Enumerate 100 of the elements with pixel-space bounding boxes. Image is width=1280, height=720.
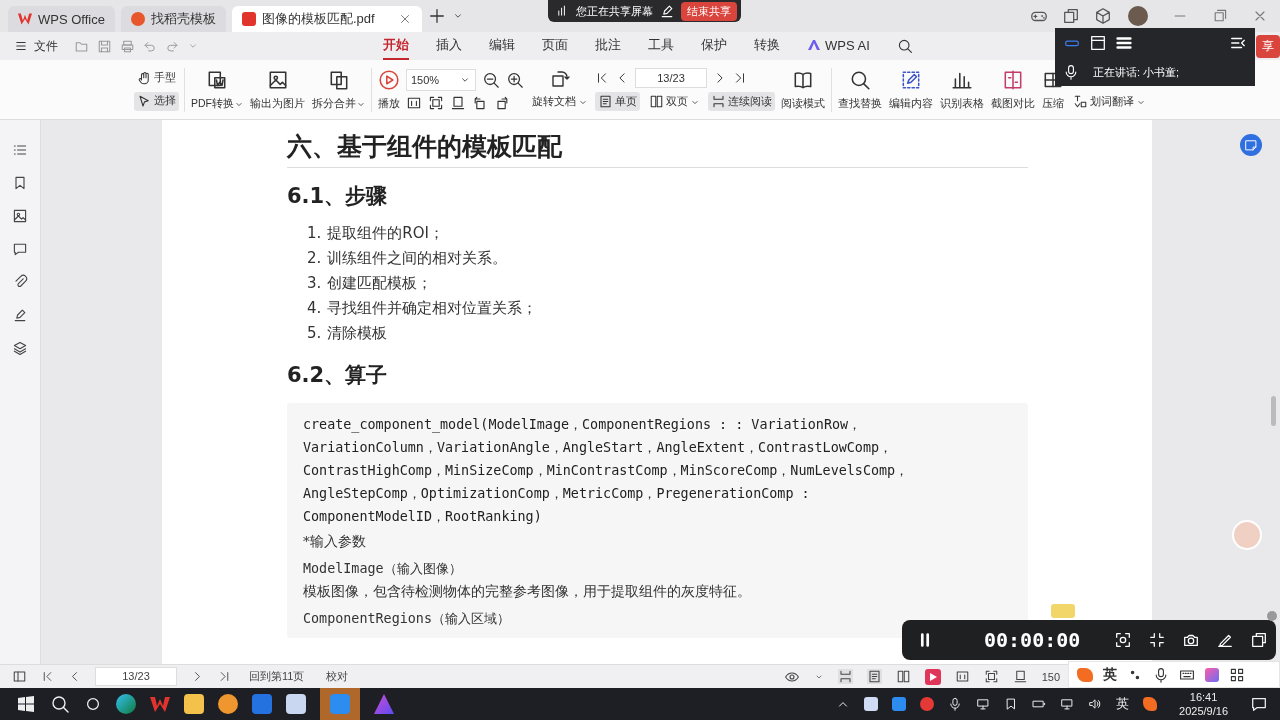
function-signature: create_component_model(ModelImage，ComponentRegions : : VariationRow， VariationColumn，VariationAngle，AngleStart，AngleExtent，ContrastLowComp， ContrastHighComp，MinSizeComp，MinContrastComp，MinScoreComp，NumLevelsComp， AngleStepComp，OptimizationComp，MetricComp，PregenerationComp : ComponentModelID，RootRanking) <box>303 416 910 526</box>
ribbon-tab[interactable]: 工具 <box>648 32 674 60</box>
zoom-level[interactable]: 150 <box>1041 670 1060 683</box>
zoom-out-icon[interactable] <box>482 70 500 89</box>
window-icon[interactable] <box>1250 631 1269 649</box>
page-number-field[interactable]: 13/23 <box>95 667 177 686</box>
sidebar-icon[interactable] <box>12 669 27 684</box>
window-icon[interactable] <box>1089 34 1107 52</box>
view-mode-button[interactable]: 单页 <box>595 92 640 111</box>
cube-icon[interactable] <box>1094 7 1112 25</box>
avatar[interactable] <box>1128 6 1148 26</box>
convert-button[interactable]: 拆分合并 <box>311 68 366 111</box>
continuous-icon[interactable] <box>837 669 853 684</box>
tool-button[interactable]: 识别表格 <box>939 68 985 111</box>
app-icon[interactable] <box>218 694 238 714</box>
page-number-field[interactable]: 13/23 <box>635 68 707 88</box>
view-mode-button[interactable]: 连续阅读 <box>708 92 775 111</box>
monitor-icon[interactable] <box>976 697 991 711</box>
clock[interactable]: 16:41 2025/9/16 <box>1179 690 1228 718</box>
view-mode-button[interactable]: 双页 <box>646 92 702 111</box>
fit-page-icon[interactable] <box>983 669 999 684</box>
ribbon-tab[interactable]: 批注 <box>595 32 621 60</box>
microphone-icon[interactable] <box>1153 666 1169 683</box>
rotate-right-icon[interactable] <box>494 94 510 111</box>
tool-button[interactable]: 查找替换 <box>837 68 883 111</box>
microphone-icon[interactable] <box>948 697 963 711</box>
convert-button[interactable]: 输出为图片 <box>249 68 306 111</box>
volume-icon[interactable] <box>1088 697 1103 711</box>
share-button[interactable]: 享 <box>1256 34 1280 58</box>
input-method-logo-icon[interactable] <box>1077 667 1093 682</box>
mode-button[interactable]: 手型 <box>134 68 179 88</box>
fit-page-icon[interactable] <box>428 94 444 111</box>
document-tab[interactable]: 找稻壳模板 <box>120 6 226 32</box>
browser-icon[interactable] <box>116 694 136 714</box>
windows-logo-icon[interactable] <box>16 694 36 714</box>
restore-icon[interactable] <box>1212 8 1228 24</box>
screenshot-icon[interactable] <box>1114 631 1133 649</box>
tool-button[interactable]: 编辑内容 <box>888 68 934 111</box>
ribbon-tab[interactable]: 保护 <box>701 32 727 60</box>
language-indicator[interactable]: 英 <box>1116 695 1130 713</box>
ribbon-tab[interactable]: 页面 <box>542 32 568 60</box>
translate-button[interactable]: 划词翻译 <box>1070 92 1148 111</box>
zoom-field[interactable]: 150% <box>406 68 476 91</box>
proofread-link[interactable]: 校对 <box>322 669 353 684</box>
grid-icon[interactable] <box>1229 666 1245 683</box>
file-menu[interactable]: 文件 <box>34 37 58 55</box>
search-icon[interactable] <box>896 38 913 54</box>
picture-icon[interactable] <box>12 208 28 224</box>
ribbon-tab[interactable]: 编辑 <box>489 32 515 60</box>
end-share-button[interactable]: 结束共享 <box>681 1 737 21</box>
read-mode-button[interactable]: 阅读模式 <box>780 68 826 111</box>
speaker-name: 正在讲话: 小书童; <box>1093 64 1180 80</box>
input-method-logo-icon[interactable] <box>1143 697 1158 711</box>
layers-icon[interactable] <box>12 340 28 356</box>
fit-width-icon[interactable] <box>450 94 466 111</box>
list-item-text: 清除模板 <box>327 324 388 343</box>
tray-icon[interactable] <box>864 697 879 711</box>
folder-icon[interactable] <box>184 694 204 714</box>
attachment-icon[interactable] <box>12 274 28 290</box>
fit-width-icon[interactable] <box>1012 669 1028 684</box>
back-to-page-link[interactable]: 回到第11页 <box>245 669 309 684</box>
tool-button[interactable]: 截图对比 <box>990 68 1036 111</box>
note-icon <box>1244 138 1258 152</box>
notification-icon[interactable] <box>1250 695 1268 713</box>
new-tab-icon[interactable] <box>427 7 446 25</box>
zoom-in-icon[interactable] <box>506 70 524 89</box>
scrollbar-thumb[interactable] <box>1271 396 1276 426</box>
pen-icon <box>659 3 675 19</box>
rotate-left-icon[interactable] <box>472 94 488 111</box>
heading: 6.2、算子 <box>287 362 389 389</box>
bookmark-icon[interactable] <box>12 175 28 191</box>
microphone-icon <box>1063 64 1079 80</box>
task-view-icon[interactable] <box>84 695 102 713</box>
list-icon[interactable] <box>1115 34 1133 52</box>
network-icon[interactable] <box>1060 697 1075 711</box>
first-page-icon[interactable] <box>595 71 609 85</box>
language-toggle[interactable]: 英 <box>1103 665 1117 684</box>
last-page-icon[interactable] <box>733 71 747 85</box>
double-page-icon[interactable] <box>895 669 911 684</box>
rotate-document-button[interactable]: 旋转文档 <box>529 92 590 111</box>
menu-icon[interactable] <box>14 39 28 53</box>
convert-button[interactable]: PDF转换 <box>190 68 244 111</box>
shrink-icon[interactable] <box>1148 631 1167 649</box>
document-tab[interactable]: WPS Office <box>8 6 115 32</box>
app-icon[interactable] <box>286 694 306 714</box>
mode-button[interactable]: 选择 <box>134 91 179 111</box>
signature-icon[interactable] <box>12 307 28 323</box>
play-button[interactable] <box>924 668 941 685</box>
ribbon-tab[interactable]: 插入 <box>436 32 462 60</box>
single-page-icon[interactable] <box>866 669 882 684</box>
search-icon[interactable] <box>50 694 70 714</box>
actual-size-icon[interactable] <box>954 669 970 684</box>
play-button[interactable]: 播放 <box>377 68 401 111</box>
document-tab[interactable]: 图像的模板匹配.pdf <box>231 6 422 32</box>
ribbon-tab[interactable]: 转换 <box>754 32 780 60</box>
copy-icon[interactable] <box>1062 7 1080 25</box>
tray-icon[interactable] <box>892 697 907 711</box>
comment-icon[interactable] <box>12 241 28 257</box>
floating-action-button[interactable] <box>1240 134 1262 156</box>
ribbon-tab[interactable]: WPS AI <box>807 33 870 59</box>
